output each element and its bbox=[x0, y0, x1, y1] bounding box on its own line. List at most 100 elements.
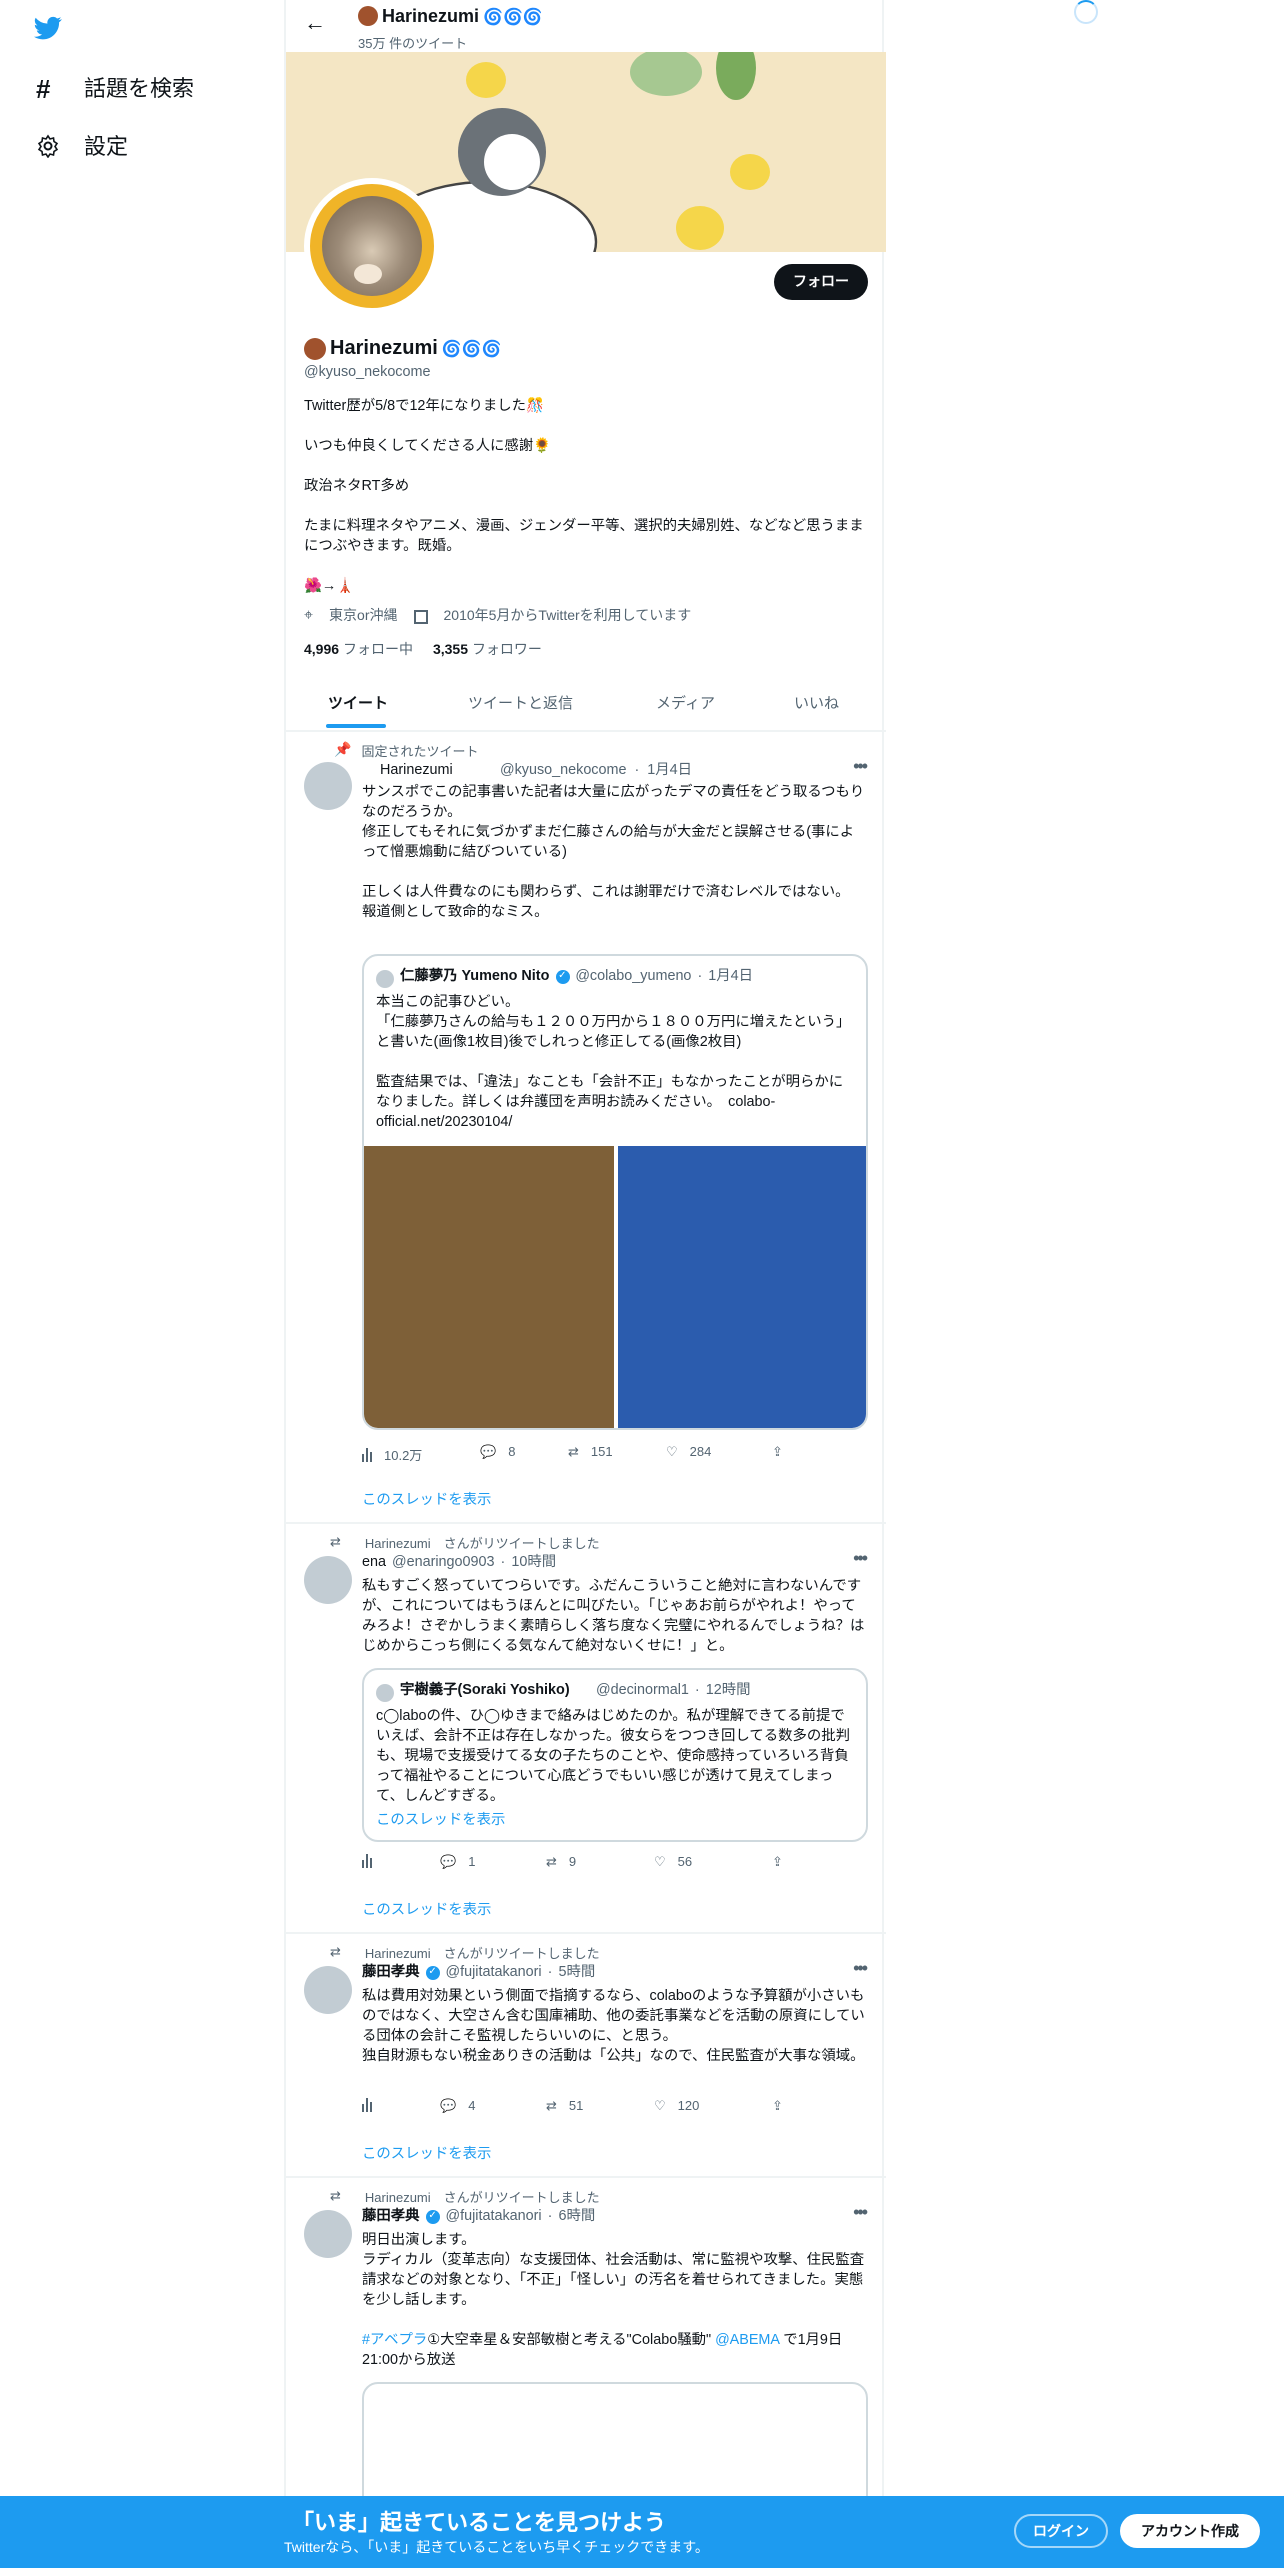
views-count[interactable]: 10.2万 bbox=[362, 1444, 422, 1464]
retweet-icon: ⇄ bbox=[546, 2100, 557, 2114]
like-button[interactable]: ♡ 120 bbox=[654, 2098, 699, 2114]
tweet-author-name[interactable]: Harinezumi bbox=[362, 760, 492, 780]
show-thread-link[interactable]: このスレッドを表示 bbox=[362, 1490, 491, 1510]
show-thread-link[interactable]: このスレッドを表示 bbox=[362, 2144, 491, 2164]
profile-bio: Twitter歴が5/8で12年になりました🎊 いつも仲良くしてくださる人に感謝… bbox=[304, 396, 868, 596]
profile-handle: @kyuso_nekocome bbox=[304, 362, 431, 380]
retweet-icon: ⇄ bbox=[546, 1856, 557, 1870]
heart-icon: ♡ bbox=[666, 1446, 678, 1460]
sidebar-item-explore[interactable]: # 話題を検索 bbox=[36, 72, 194, 104]
quote-tweet[interactable]: 宇樹義子(Soraki Yoshiko) @decinormal1 · 12時間 c◯… bbox=[362, 1668, 868, 1842]
tweet-text: サンスポでこの記事書いた記者は大量に広がったデマの責任をどう取るつもりなのだろう… bbox=[362, 782, 865, 920]
more-options-icon[interactable]: ••• bbox=[853, 1548, 868, 1568]
more-options-icon[interactable]: ••• bbox=[853, 756, 868, 776]
tab-likes[interactable]: いいね bbox=[794, 692, 839, 714]
avatar[interactable] bbox=[304, 1556, 352, 1604]
tweet-author-name[interactable]: ena bbox=[362, 1552, 386, 1572]
quote-text: 本当この記事ひどい。 「仁藤夢乃さんの給与も１２００万円から１８００万円に増えた… bbox=[376, 992, 851, 1130]
bio-line: いつも仲良くしてくださる人に感謝🌻 bbox=[304, 436, 552, 454]
avatar[interactable] bbox=[304, 1966, 352, 2014]
profile-location: 東京or沖縄 bbox=[329, 610, 398, 624]
tab-active-indicator bbox=[326, 724, 386, 728]
profile-column: ← Harinezumi 🌀🌀🌀 35万 件のツイート フォロー Harinez… bbox=[284, 0, 886, 2542]
sidebar-item-settings[interactable]: 設定 bbox=[36, 130, 128, 162]
like-button[interactable]: ♡ 284 bbox=[666, 1444, 711, 1460]
hashtag-icon: # bbox=[36, 73, 51, 103]
profile-avatar[interactable] bbox=[304, 178, 440, 314]
followers-link[interactable]: 3,355 フォロワー bbox=[433, 640, 542, 660]
more-options-icon[interactable]: ••• bbox=[853, 1958, 868, 1978]
reply-button[interactable]: 💬 4 bbox=[440, 2098, 475, 2114]
more-options-icon[interactable]: ••• bbox=[853, 2202, 868, 2222]
login-button[interactable]: ログイン bbox=[1014, 2514, 1108, 2548]
tweet-divider bbox=[286, 2176, 886, 2178]
reply-button[interactable]: 💬 8 bbox=[480, 1444, 515, 1460]
tweet-author-name[interactable]: 藤田孝典 bbox=[362, 2206, 420, 2226]
quote-tweet[interactable]: 仁藤夢乃 Yumeno Nito ✓ @colabo_yumeno · 1月4日 本… bbox=[362, 954, 868, 1430]
bar-chart-icon bbox=[362, 1854, 372, 1868]
mention-link[interactable]: @ABEMA bbox=[715, 2330, 779, 2348]
heart-icon: ♡ bbox=[654, 1856, 666, 1870]
follow-button[interactable]: フォロー bbox=[774, 264, 868, 300]
tab-tweets[interactable]: ツイート bbox=[328, 692, 388, 714]
tweet-text: 明日出演します。 ラディカル（変革志向）な支援団体、社会活動は、常に監視や攻撃、… bbox=[362, 2230, 865, 2368]
show-thread-link[interactable]: このスレッドを表示 bbox=[362, 1900, 491, 1920]
twitter-logo-icon[interactable] bbox=[32, 14, 64, 42]
retweet-button[interactable]: ⇄ 151 bbox=[568, 1444, 613, 1460]
avatar[interactable] bbox=[304, 2210, 352, 2258]
bar-chart-icon bbox=[362, 2098, 372, 2112]
like-button[interactable]: ♡ 56 bbox=[654, 1854, 692, 1870]
bar-chart-icon bbox=[362, 1447, 372, 1461]
tweet-author-handle[interactable]: @kyuso_nekocome bbox=[500, 760, 626, 780]
retweet-button[interactable]: ⇄ 9 bbox=[546, 1854, 576, 1870]
tweet-header: Harinezumi @kyuso_nekocome · 1月4日 bbox=[362, 760, 692, 780]
hashtag-link[interactable]: #アベプラ bbox=[362, 2330, 427, 2348]
share-icon[interactable]: ⇪ bbox=[772, 1854, 783, 1870]
tweet-divider bbox=[286, 1522, 886, 1524]
retweet-icon: ⇄ bbox=[330, 2190, 341, 2204]
reply-icon: 💬 bbox=[440, 1856, 457, 1870]
verified-badge-icon: ✓ bbox=[425, 2209, 440, 2223]
share-icon[interactable]: ⇪ bbox=[772, 2098, 783, 2114]
quote-image-2[interactable] bbox=[618, 1146, 866, 1428]
hedgehog-emoji-icon bbox=[358, 6, 378, 26]
views-count[interactable] bbox=[362, 2098, 372, 2112]
quote-text: c◯laboの件、ひ◯ゆきまで絡みはじめたのか。私が理解できてる前提でいえば、会… bbox=[376, 1706, 850, 1804]
verified-badge-icon: ✓ bbox=[555, 969, 570, 983]
tab-tweets-replies[interactable]: ツイートと返信 bbox=[468, 692, 573, 714]
avatar bbox=[376, 970, 394, 988]
header-name: Harinezumi 🌀🌀🌀 bbox=[358, 6, 543, 26]
pinned-context: 📌 固定されたツイート bbox=[334, 744, 479, 760]
reply-icon: 💬 bbox=[440, 2100, 457, 2114]
quote-header: 宇樹義子(Soraki Yoshiko) @decinormal1 · 12時間 bbox=[400, 1680, 751, 1698]
quote-header: 仁藤夢乃 Yumeno Nito ✓ @colabo_yumeno · 1月4日 bbox=[400, 966, 753, 984]
quote-image-1[interactable] bbox=[364, 1146, 614, 1428]
tweet-time[interactable]: 1月4日 bbox=[647, 760, 692, 780]
tweet-author-name[interactable]: 藤田孝典 bbox=[362, 1962, 420, 1982]
following-link[interactable]: 4,996 フォロー中 bbox=[304, 640, 413, 660]
header-tweet-count: 35万 件のツイート bbox=[358, 38, 468, 52]
views-count[interactable] bbox=[362, 1854, 372, 1868]
calendar-icon bbox=[413, 609, 428, 623]
hedgehog-emoji-icon bbox=[304, 338, 326, 360]
sidebar-item-label: 設定 bbox=[84, 136, 128, 160]
reply-button[interactable]: 💬 1 bbox=[440, 1854, 475, 1870]
avatar[interactable] bbox=[304, 762, 352, 810]
retweet-context: ⇄ Harinezumi さんがリツイートしました bbox=[330, 1946, 600, 1962]
tweet-header: 藤田孝典 ✓ @fujitatakanori · 5時間 bbox=[362, 1962, 596, 1982]
heart-icon: ♡ bbox=[654, 2100, 666, 2114]
tab-media[interactable]: メディア bbox=[656, 692, 715, 714]
back-arrow-icon[interactable]: ← bbox=[304, 12, 326, 36]
follow-stats: 4,996 フォロー中 3,355 フォロワー bbox=[304, 640, 542, 660]
signup-button[interactable]: アカウント作成 bbox=[1120, 2514, 1260, 2548]
pin-icon: 📌 bbox=[334, 744, 352, 758]
share-icon[interactable]: ⇪ bbox=[772, 1444, 783, 1460]
quote-show-thread-link[interactable]: このスレッドを表示 bbox=[376, 1810, 505, 1830]
bottom-bar-title: 「いま」起きていることを見つけよう bbox=[292, 2512, 666, 2536]
verified-badge-icon: ✓ bbox=[425, 1965, 440, 1979]
tweet-header: 藤田孝典 ✓ @fujitatakanori · 6時間 bbox=[362, 2206, 596, 2226]
profile-joined: 2010年5月からTwitterを利用しています bbox=[443, 610, 692, 624]
tab-divider bbox=[286, 730, 886, 732]
retweet-button[interactable]: ⇄ 51 bbox=[546, 2098, 583, 2114]
loading-spinner-icon bbox=[1074, 0, 1098, 24]
